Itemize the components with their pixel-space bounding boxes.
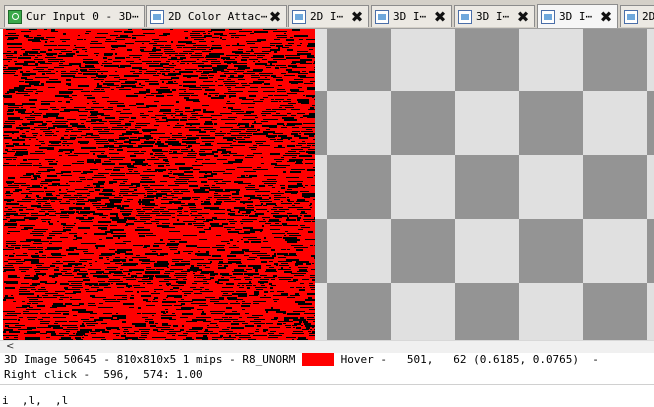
checker-square: [327, 283, 391, 340]
right-click-info-text: Right click - 596, 574: 1.00: [4, 368, 203, 381]
hover-info-text: Hover - 501, 62 (0.6185, 0.0765) -: [334, 353, 599, 366]
close-icon[interactable]: ✖: [349, 9, 365, 25]
checker-square: [519, 91, 583, 155]
tab-label: 2D: [642, 10, 654, 23]
close-icon[interactable]: ✖: [598, 9, 614, 25]
texture-preview-red-noise: [3, 29, 315, 340]
alpha-checkerboard-background: [315, 29, 654, 340]
checker-square: [315, 91, 327, 155]
noise-texture: [3, 29, 315, 340]
tab-6[interactable]: 2D: [620, 5, 654, 27]
checker-square: [327, 155, 391, 219]
tab-4[interactable]: 3D I⋯ ✖: [454, 5, 535, 27]
tab-label: 2D I⋯: [310, 10, 344, 23]
close-icon[interactable]: ✖: [515, 9, 531, 25]
checkerboard-pattern: [315, 29, 654, 340]
close-icon[interactable]: ✖: [432, 9, 448, 25]
tab-bar: Cur Input 0 - 3D⋯ 2D Color Attac⋯ ✖ 2D I⋯ ✖ 3…: [0, 0, 654, 29]
close-icon[interactable]: ✖: [267, 9, 283, 25]
tab-label: 3D I⋯: [393, 10, 427, 23]
document-icon: [150, 9, 164, 24]
tab-5[interactable]: 3D I⋯ ✖: [537, 4, 618, 28]
checker-square: [583, 155, 647, 219]
checker-square: [519, 219, 583, 283]
document-icon: [624, 9, 638, 24]
texture-info-text: 3D Image 50645 - 810x810x5 1 mips - R8_U…: [4, 353, 303, 366]
status-line-right-click: Right click - 596, 574: 1.00: [4, 368, 203, 381]
checker-square: [327, 29, 391, 91]
checker-square: [391, 219, 455, 283]
tab-3[interactable]: 3D I⋯ ✖: [371, 5, 452, 27]
checker-square: [583, 283, 647, 340]
scroll-left-arrow-icon[interactable]: <: [6, 342, 14, 352]
status-line-texture-info: 3D Image 50645 - 810x810x5 1 mips - R8_U…: [4, 353, 599, 366]
panel-divider: [0, 384, 654, 385]
hover-color-swatch: [302, 353, 335, 366]
document-icon: [541, 9, 555, 24]
horizontal-scrollbar[interactable]: <: [0, 340, 654, 353]
checker-square: [455, 283, 519, 340]
checker-square: [647, 91, 654, 155]
tab-1[interactable]: 2D Color Attac⋯ ✖: [146, 5, 287, 27]
checker-square: [315, 219, 327, 283]
tab-0[interactable]: Cur Input 0 - 3D⋯: [4, 5, 145, 27]
checker-square: [391, 91, 455, 155]
tab-label: 3D I⋯: [559, 10, 593, 23]
checker-square: [583, 29, 647, 91]
checker-square: [455, 155, 519, 219]
checker-square: [647, 219, 654, 283]
tab-2[interactable]: 2D I⋯ ✖: [288, 5, 369, 27]
tab-label: Cur Input 0 - 3D⋯: [26, 10, 139, 23]
texture-viewer-icon: [8, 9, 22, 24]
texture-viewport[interactable]: [3, 29, 654, 340]
tab-label: 2D Color Attac⋯: [168, 10, 267, 23]
checker-square: [455, 29, 519, 91]
document-icon: [375, 9, 389, 24]
document-icon: [292, 9, 306, 24]
tab-label: 3D I⋯: [476, 10, 510, 23]
document-icon: [458, 9, 472, 24]
